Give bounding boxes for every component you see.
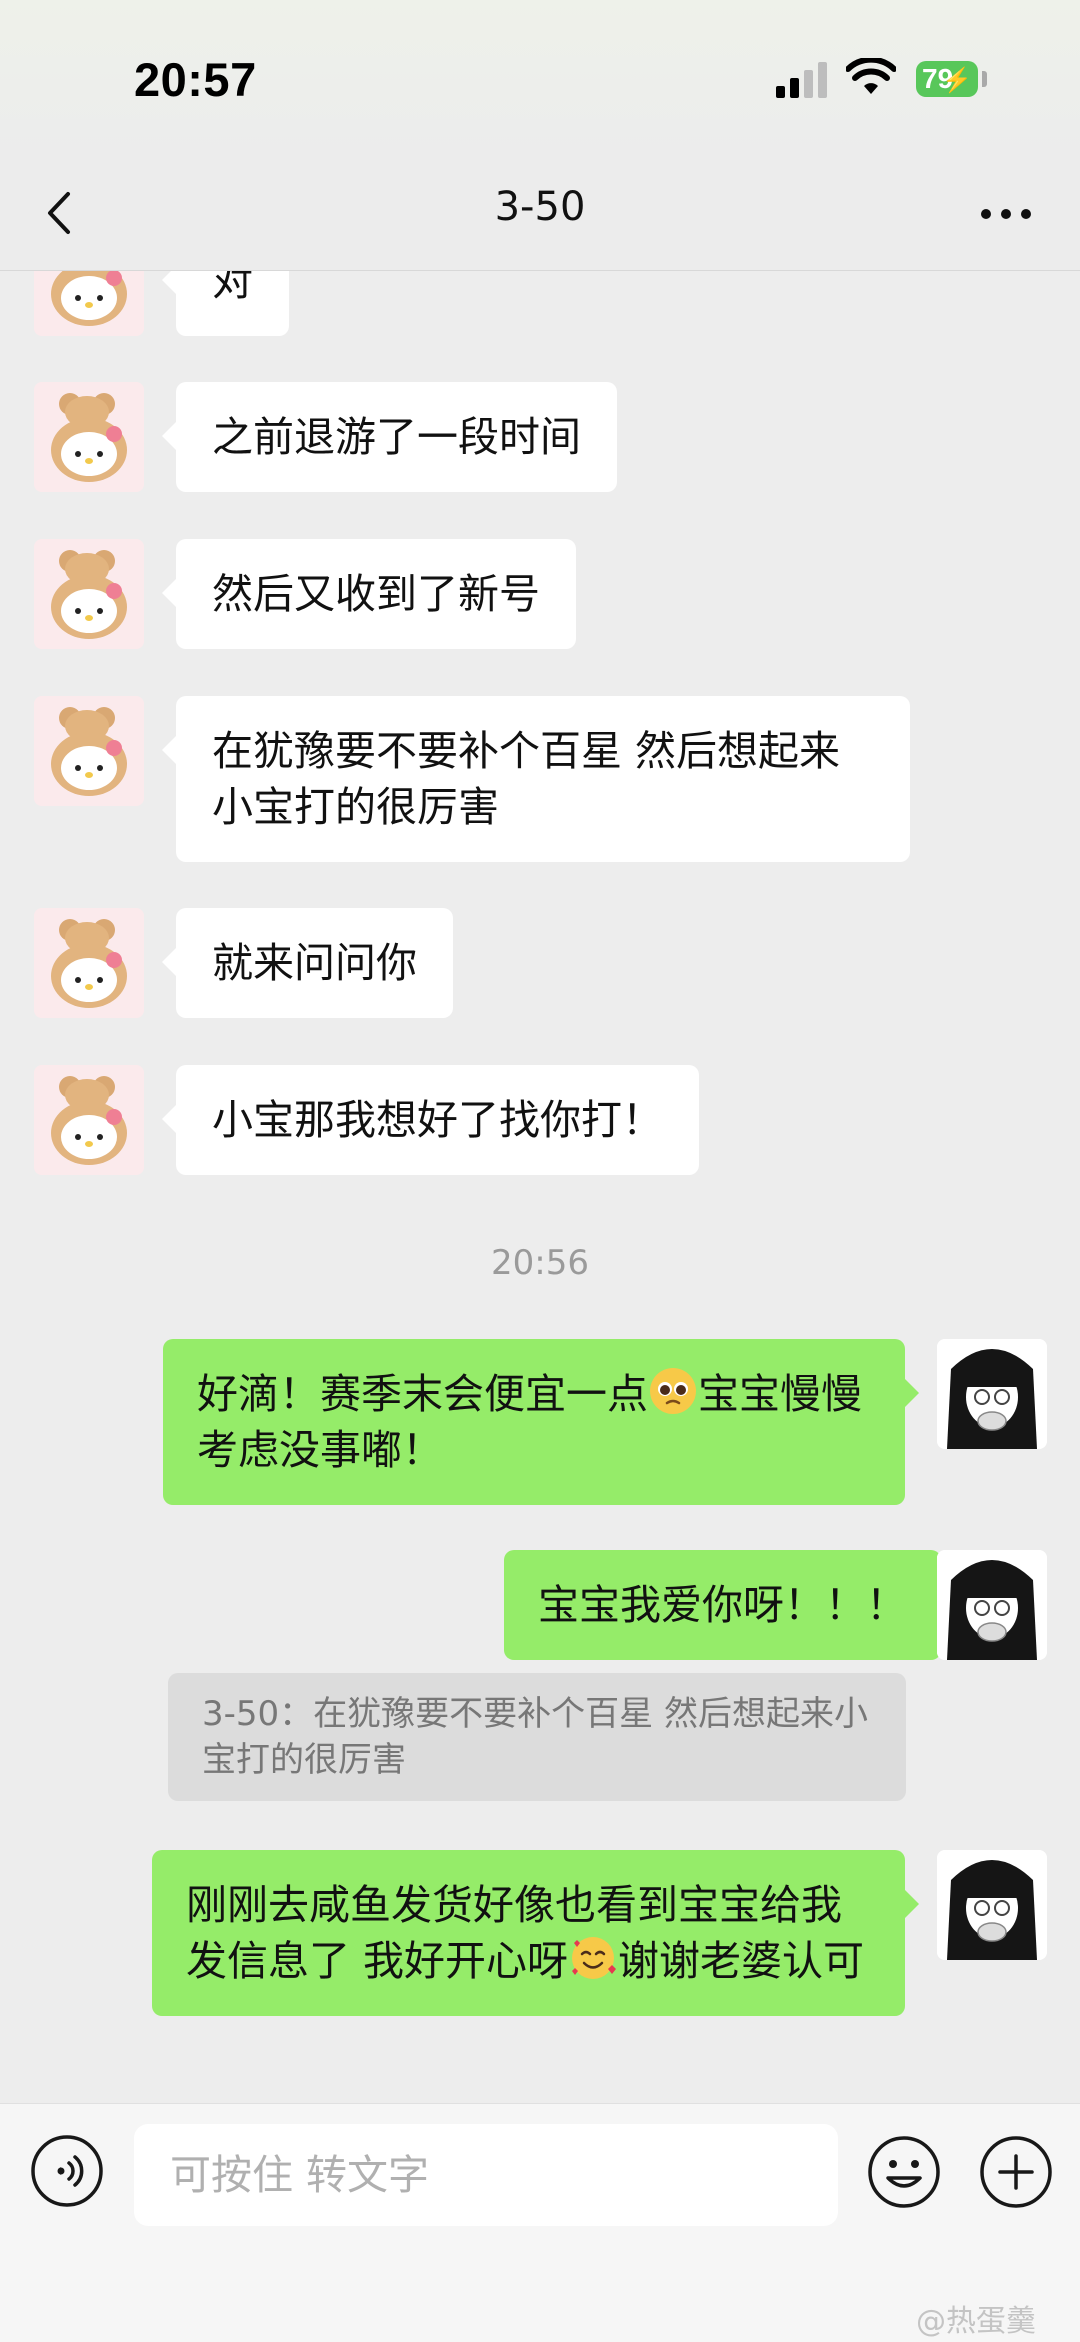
battery-tip [982, 71, 987, 87]
contact-avatar[interactable] [34, 539, 144, 649]
quote-text: 3-50：在犹豫要不要补个百星 然后想起来小宝打的很厉害 [202, 1694, 868, 1780]
message-bubble[interactable]: 然后又收到了新号 [162, 539, 576, 649]
chat-header: 3-50 [0, 160, 1080, 271]
charging-bolt-icon: ⚡ [942, 67, 972, 94]
message-text: 谢谢老婆认可 [618, 1937, 865, 1985]
message-text: 然后又收到了新号 [212, 570, 540, 618]
plus-icon[interactable] [978, 2134, 1054, 2210]
watermark: @热蛋羹 [916, 2304, 1036, 2339]
chat-title: 3-50 [494, 184, 586, 230]
message-bubble[interactable]: 对 [162, 271, 289, 336]
cellular-signal-icon [776, 62, 827, 98]
contact-avatar[interactable] [34, 696, 144, 806]
contact-avatar[interactable] [34, 271, 144, 336]
message-text: 小宝那我想好了找你打！ [212, 1096, 663, 1144]
message-bubble[interactable]: 在犹豫要不要补个百星 然后想起来小宝打的很厉害 [162, 696, 910, 862]
message-text: 宝宝我爱你呀！！！ [538, 1581, 907, 1629]
message-text: 对 [212, 271, 253, 305]
status-time: 20:57 [134, 53, 257, 106]
girl-avatar-icon [937, 1339, 1047, 1449]
message-bubble-sent[interactable]: 宝宝我爱你呀！！！ [504, 1550, 955, 1660]
bear-kitty-avatar-icon [34, 908, 144, 1018]
contact-avatar[interactable] [34, 1065, 144, 1175]
bear-kitty-avatar-icon [34, 382, 144, 492]
timestamp: 20:56 [491, 1243, 589, 1283]
bear-kitty-avatar-icon [34, 539, 144, 649]
smiling-face-with-hearts-emoji-icon [572, 1937, 617, 1979]
quoted-message[interactable]: 3-50：在犹豫要不要补个百星 然后想起来小宝打的很厉害 [168, 1673, 906, 1801]
message-text: 在犹豫要不要补个百星 然后想起来小宝打的很厉害 [212, 727, 841, 831]
battery-indicator: 79 ⚡ [916, 61, 978, 97]
bear-kitty-avatar-icon [34, 271, 144, 336]
more-options-icon[interactable] [978, 196, 1034, 232]
bear-kitty-avatar-icon [34, 1065, 144, 1175]
girl-avatar-icon [937, 1550, 1047, 1660]
message-bubble[interactable]: 就来问问你 [162, 908, 453, 1018]
message-bubble[interactable]: 小宝那我想好了找你打！ [162, 1065, 699, 1175]
my-avatar[interactable] [937, 1850, 1047, 1960]
message-text: 之前退游了一段时间 [212, 413, 581, 461]
message-input[interactable]: 可按住 转文字 [134, 2124, 838, 2226]
my-avatar[interactable] [937, 1550, 1047, 1660]
message-bubble[interactable]: 之前退游了一段时间 [162, 382, 617, 492]
message-text: 好滴！赛季末会便宜一点 [197, 1370, 648, 1418]
pleading-face-emoji-icon [650, 1368, 696, 1414]
message-list[interactable]: 对 之前退游了一段时间 然后又收到了新号 在犹豫要不要补个百星 然后想起来小宝打… [0, 271, 1080, 2103]
message-text: 就来问问你 [212, 939, 417, 987]
girl-avatar-icon [937, 1850, 1047, 1960]
contact-avatar[interactable] [34, 382, 144, 492]
status-bar: 20:57 79 ⚡ [0, 0, 1080, 160]
voice-input-icon[interactable] [30, 2134, 104, 2208]
emoji-icon[interactable] [866, 2134, 942, 2210]
bear-kitty-avatar-icon [34, 696, 144, 806]
wifi-icon [846, 58, 896, 94]
my-avatar[interactable] [937, 1339, 1047, 1449]
message-bubble-sent[interactable]: 好滴！赛季末会便宜一点 宝宝慢慢考虑没事嘟！ [163, 1339, 919, 1505]
contact-avatar[interactable] [34, 908, 144, 1018]
message-bubble-sent[interactable]: 刚刚去咸鱼发货好像也看到宝宝给我发信息了 我好开心呀 谢谢老婆认可 [152, 1850, 919, 2016]
